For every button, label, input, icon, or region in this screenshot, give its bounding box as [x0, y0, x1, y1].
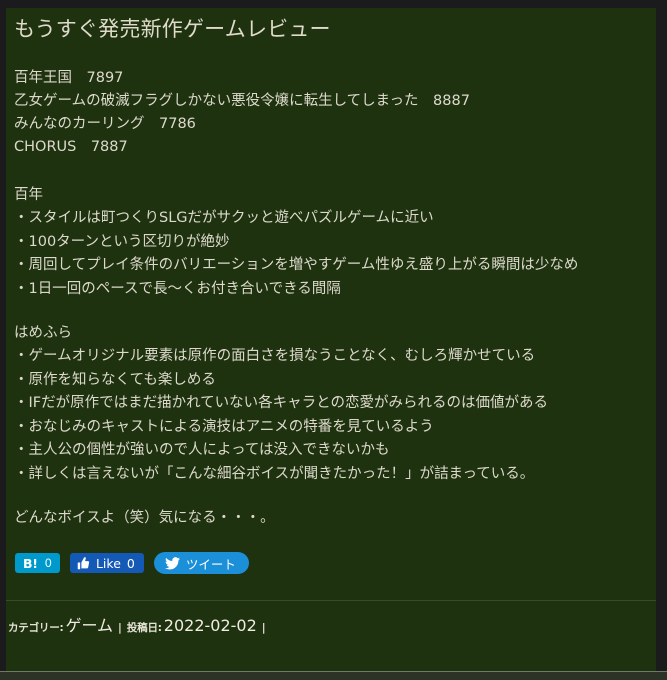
twitter-tweet-label: ツイート: [185, 556, 236, 572]
facebook-like-label: Like: [95, 555, 121, 571]
intro-block: 百年王国 7897 乙女ゲームの破滅フラグしかない悪役令嬢に転生してしまった 8…: [14, 67, 648, 159]
list-item: IFだが原作ではまだ描かれていない各キャラとの恋愛がみられるのは価値がある: [14, 392, 648, 416]
list-item: 主人公の個性が強いので人によっては没入できないかも: [14, 439, 648, 463]
list-item: スタイルは町つくりSLGだがサクッと遊べパズルゲームに近い: [14, 207, 648, 231]
page-title: もうすぐ発売新作ゲームレビュー: [14, 17, 331, 41]
intro-line: CHORUS 7887: [14, 139, 128, 156]
posted-date-value: 2022-02-02: [163, 616, 257, 636]
post-meta: カテゴリー: ゲーム | 投稿日: 2022-02-02 |: [8, 612, 648, 636]
social-share-row: B! 0 Like 0 ツイート: [14, 552, 648, 575]
article-container: もうすぐ発売新作ゲームレビュー 百年王国 7897 乙女ゲームの破滅フラグしかな…: [6, 8, 656, 672]
section-hamefura: はめふら ゲームオリジナル要素は原作の面白さを損なうことなく、むしろ輝かせている…: [14, 322, 648, 486]
category-label: カテゴリー:: [8, 622, 64, 635]
vertical-scrollbar[interactable]: [656, 0, 667, 680]
meta-separator: |: [118, 622, 122, 635]
section-bullet-list: ゲームオリジナル要素は原作の面白さを損なうことなく、むしろ輝かせている 原作を知…: [14, 345, 648, 486]
list-item: 原作を知らなくても楽しめる: [14, 369, 648, 393]
intro-line: 乙女ゲームの破滅フラグしかない悪役令嬢に転生してしまった 8887: [14, 93, 470, 110]
list-item: 詳しくは言えないが「こんな細谷ボイスが聞きたかった！」が詰まっている。: [14, 463, 648, 487]
browser-top-chrome: [0, 0, 667, 8]
section-hyakunen: 百年 スタイルは町つくりSLGだがサクッと遊べパズルゲームに近い 100ターンと…: [14, 184, 648, 301]
thumbs-up-icon: [77, 556, 90, 570]
facebook-like-count: 0: [126, 555, 135, 571]
section-heading: 百年: [14, 187, 43, 204]
list-item: 周回してプレイ条件のバリエーションを増やすゲーム性ゆえ盛り上がる瞬間は少なめ: [14, 254, 648, 278]
horizontal-scrollbar[interactable]: [0, 671, 667, 680]
twitter-tweet-button[interactable]: ツイート: [153, 552, 249, 575]
intro-line: 百年王国 7897: [14, 70, 124, 87]
meta-separator-trailing: |: [261, 622, 266, 635]
hatena-bookmark-icon: B!: [23, 555, 38, 571]
posted-date-label: 投稿日:: [126, 622, 162, 635]
section-heading: はめふら: [14, 325, 72, 342]
meta-divider: [6, 600, 656, 602]
closing-paragraph: どんなボイスよ（笑）気になる・・・。: [14, 510, 275, 527]
intro-line: みんなのカーリング 7786: [14, 116, 196, 133]
list-item: おなじみのキャストによる演技はアニメの特番を見ているよう: [14, 416, 648, 440]
section-bullet-list: スタイルは町つくりSLGだがサクッと遊べパズルゲームに近い 100ターンという区…: [14, 207, 648, 301]
facebook-like-button[interactable]: Like 0: [69, 553, 144, 574]
hatena-bookmark-count: 0: [44, 556, 52, 571]
page-root: もうすぐ発売新作ゲームレビュー 百年王国 7897 乙女ゲームの破滅フラグしかな…: [0, 0, 667, 680]
list-item: ゲームオリジナル要素は原作の面白さを損なうことなく、むしろ輝かせている: [14, 345, 648, 369]
list-item: 100ターンという区切りが絶妙: [14, 231, 648, 255]
hatena-bookmark-button[interactable]: B! 0: [15, 553, 60, 574]
twitter-bird-icon: [164, 556, 180, 570]
category-link[interactable]: ゲーム: [66, 612, 114, 636]
list-item: 1日一回のペースで長〜くお付き合いできる間隔: [14, 278, 648, 302]
